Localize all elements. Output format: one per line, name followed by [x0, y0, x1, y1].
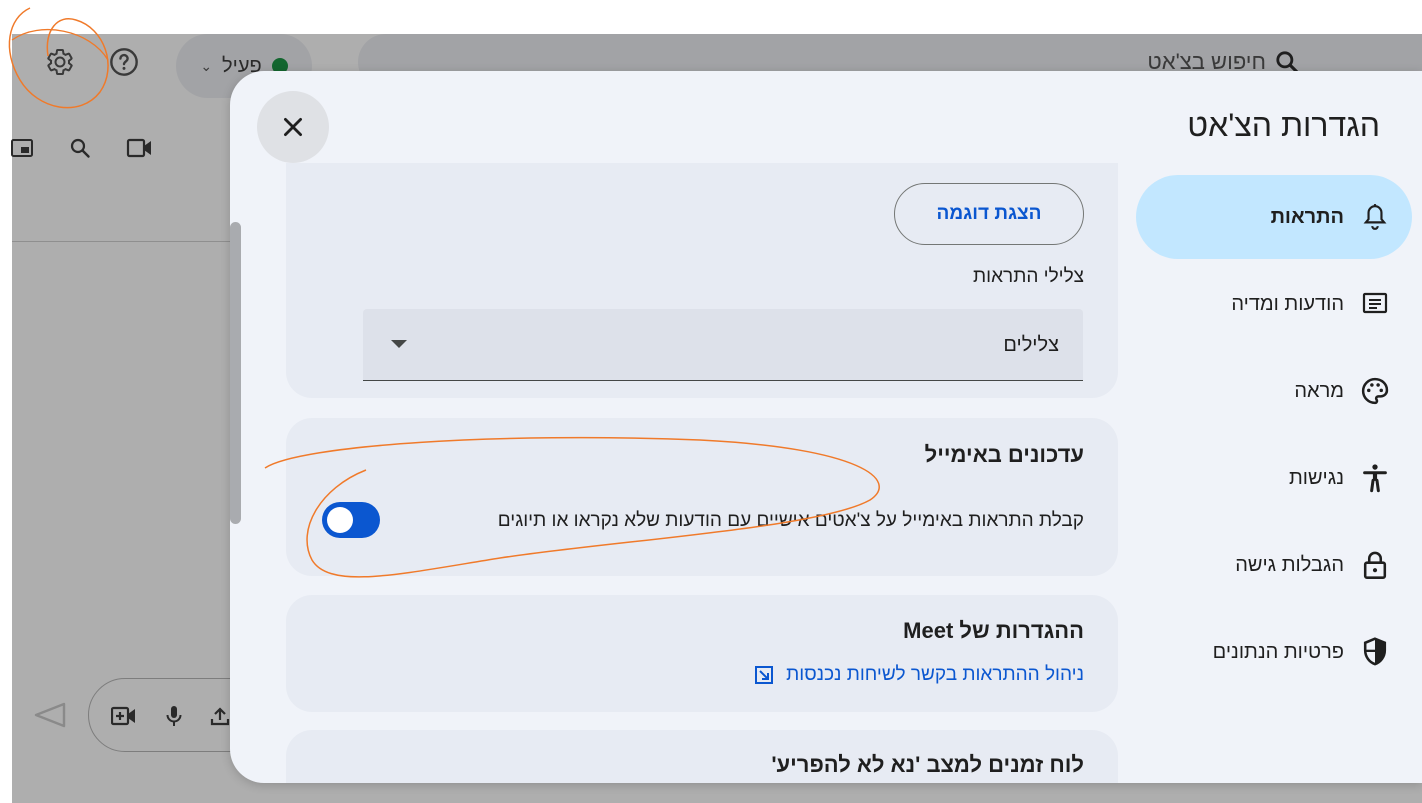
show-demo-button[interactable]: הצגת דוגמה: [894, 183, 1084, 245]
email-updates-card: עדכונים באימייל קבלת התראות באימייל על צ…: [286, 418, 1118, 576]
select-value: צלילים: [1003, 334, 1059, 356]
settings-nav: התראות הודעות ומדיה מראה נגישות הגבלות ג…: [1136, 175, 1412, 697]
close-icon: [284, 118, 302, 136]
chat-settings-dialog: הגדרות הצ'אט התראות הודעות ומדיה מראה נג…: [230, 71, 1422, 783]
send-icon[interactable]: [32, 700, 66, 735]
scrollbar[interactable]: [230, 222, 241, 524]
picture-in-picture-icon[interactable]: [8, 134, 36, 162]
link-text: ניהול ההתראות בקשר לשיחות נכנסות: [786, 664, 1084, 685]
nav-label: מראה: [1294, 379, 1344, 402]
nav-item-access-restrictions[interactable]: הגבלות גישה: [1136, 523, 1412, 607]
add-video-icon[interactable]: [111, 703, 137, 729]
close-button[interactable]: [257, 91, 329, 163]
notification-sounds-select[interactable]: צלילים: [363, 309, 1083, 381]
dnd-schedule-heading: לוח זמנים למצב 'נא לא להפריע': [771, 752, 1084, 777]
open-in-new-icon: [755, 666, 774, 684]
nav-item-data-privacy[interactable]: פרטיות הנתונים: [1136, 610, 1412, 694]
dropdown-arrow-icon: [391, 340, 407, 348]
email-updates-heading: עדכונים באימייל: [924, 442, 1084, 467]
nav-label: פרטיות הנתונים: [1212, 640, 1344, 663]
email-updates-toggle[interactable]: [322, 502, 380, 538]
nav-label: נגישות: [1288, 466, 1344, 489]
help-icon[interactable]: [106, 44, 142, 80]
shield-icon: [1360, 637, 1390, 667]
lock-icon: [1360, 550, 1390, 580]
notification-sounds-label: צלילי התראות: [973, 266, 1084, 287]
meet-settings-heading: ההגדרות של Meet: [903, 618, 1084, 643]
notifications-card: הצגת דוגמה צלילי התראות צלילים: [286, 163, 1118, 398]
divider: [12, 241, 242, 242]
message-icon: [1360, 289, 1390, 319]
settings-gear-icon[interactable]: [42, 44, 78, 80]
search-icon[interactable]: [66, 134, 94, 162]
nav-item-messages-media[interactable]: הודעות ומדיה: [1136, 262, 1412, 346]
nav-item-accessibility[interactable]: נגישות: [1136, 436, 1412, 520]
dialog-title: הגדרות הצ'אט: [1187, 107, 1380, 143]
chevron-down-icon: ⌄: [200, 57, 213, 74]
dnd-schedule-card: לוח זמנים למצב 'נא לא להפריע': [286, 730, 1118, 783]
microphone-icon[interactable]: [161, 703, 187, 729]
palette-icon: [1360, 376, 1390, 406]
nav-item-appearance[interactable]: מראה: [1136, 349, 1412, 433]
nav-item-notifications[interactable]: התראות: [1136, 175, 1412, 259]
nav-label: התראות: [1270, 205, 1344, 228]
toggle-knob: [327, 507, 353, 533]
nav-label: הודעות ומדיה: [1231, 292, 1344, 315]
email-updates-description: קבלת התראות באימייל על צ'אטים אישיים עם …: [497, 510, 1084, 531]
accessibility-icon: [1360, 463, 1390, 493]
bell-icon: [1360, 202, 1390, 232]
nav-label: הגבלות גישה: [1235, 553, 1344, 576]
manage-call-notifications-link[interactable]: ניהול ההתראות בקשר לשיחות נכנסות: [754, 664, 1084, 686]
video-call-icon[interactable]: [126, 134, 154, 162]
meet-settings-card: ההגדרות של Meet ניהול ההתראות בקשר לשיחו…: [286, 595, 1118, 712]
